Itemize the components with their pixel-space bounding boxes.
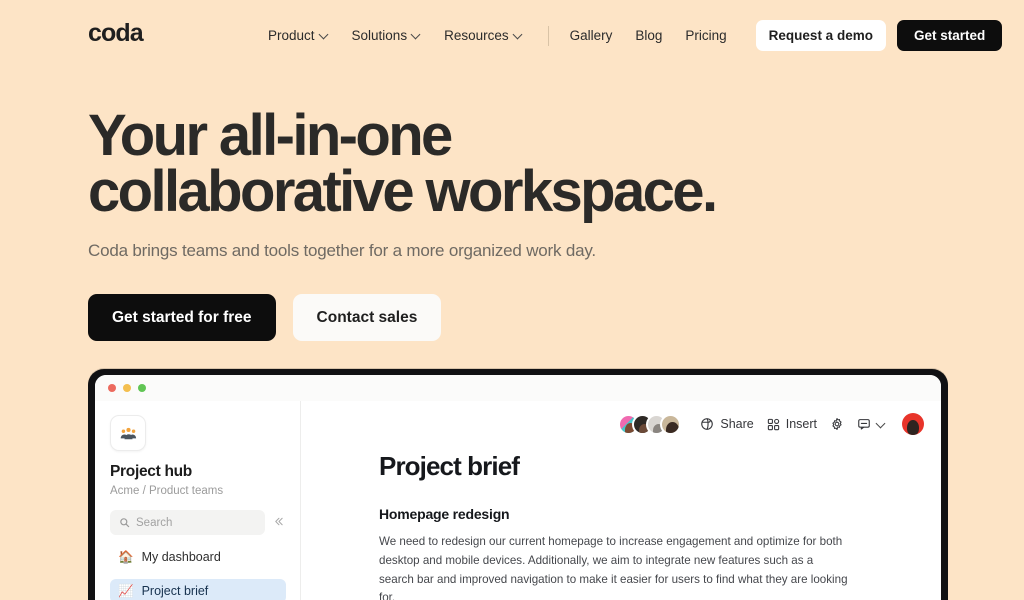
page-title: Your all-in-one collaborative workspace. xyxy=(88,107,718,224)
nav-menu-solutions-label: Solutions xyxy=(351,28,408,43)
nav-link-gallery[interactable]: Gallery xyxy=(570,22,613,49)
app-preview-window: Project hub Acme / Product teams Search xyxy=(88,369,948,600)
chevron-down-icon xyxy=(412,30,421,39)
nav-links: Product Solutions Resources Gallery Blog… xyxy=(268,20,1003,51)
coda-logo[interactable]: coda xyxy=(88,21,144,46)
app-body: Project hub Acme / Product teams Search xyxy=(95,401,941,600)
document-section-heading: Homepage redesign xyxy=(379,506,510,522)
sidebar-item-label: My dashboard xyxy=(141,550,221,564)
insert-grid-icon xyxy=(767,418,779,430)
document-body-text: We need to redesign our current homepage… xyxy=(379,535,848,600)
sidebar-item-project-brief[interactable]: 📈 Project brief xyxy=(110,579,286,600)
contact-sales-button[interactable]: Contact sales xyxy=(292,294,442,342)
chevron-down-icon xyxy=(320,30,329,39)
double-chevron-left-icon[interactable] xyxy=(271,514,286,532)
nav-link-pricing[interactable]: Pricing xyxy=(685,22,726,49)
insert-label: Insert xyxy=(785,417,817,431)
hero-section: Your all-in-one collaborative workspace.… xyxy=(88,107,718,342)
nav-menu-resources-label: Resources xyxy=(444,28,509,43)
breadcrumb: Acme / Product teams xyxy=(110,485,224,497)
share-icon xyxy=(701,418,714,430)
search-placeholder: Search xyxy=(136,516,173,529)
comment-icon xyxy=(858,419,870,430)
app-window-inner: Project hub Acme / Product teams Search xyxy=(95,375,941,600)
avatar[interactable] xyxy=(660,413,682,435)
headline-line-2: collaborative workspace. xyxy=(88,158,718,224)
share-button[interactable]: Share xyxy=(700,417,754,431)
chart-icon: 📈 xyxy=(118,583,134,598)
sidebar-item-my-dashboard[interactable]: 🏠 My dashboard xyxy=(110,545,286,569)
user-avatar[interactable] xyxy=(902,413,924,435)
maximize-icon[interactable] xyxy=(138,384,146,392)
landing-page: coda Product Solutions Resources Gallery… xyxy=(0,0,1024,600)
house-icon: 🏠 xyxy=(118,549,134,564)
chevron-down-icon xyxy=(514,30,523,39)
hero-cta-group: Get started for free Contact sales xyxy=(88,294,715,342)
document-pane: Share Insert Project brief Homepage rede… xyxy=(301,401,941,600)
document-title: Project brief xyxy=(379,451,520,481)
minimize-icon[interactable] xyxy=(123,384,131,392)
app-sidebar: Project hub Acme / Product teams Search xyxy=(95,401,301,600)
share-label: Share xyxy=(720,417,754,431)
settings-button[interactable] xyxy=(830,417,844,431)
get-started-button[interactable]: Get started xyxy=(896,20,1003,51)
search-input[interactable]: Search xyxy=(110,510,265,535)
top-navigation: coda Product Solutions Resources Gallery… xyxy=(0,0,1024,68)
comments-button[interactable] xyxy=(857,417,886,431)
window-titlebar xyxy=(95,375,941,401)
double-chevron-left-svg xyxy=(275,517,283,525)
search-row: Search xyxy=(110,510,286,535)
nav-menu-product[interactable]: Product xyxy=(268,22,329,49)
search-icon xyxy=(120,518,130,528)
collaborator-avatars[interactable] xyxy=(618,413,682,435)
request-demo-button[interactable]: Request a demo xyxy=(755,20,886,51)
nav-link-blog[interactable]: Blog xyxy=(635,22,662,49)
document-toolbar: Share Insert xyxy=(301,401,941,447)
people-icon-svg xyxy=(120,427,136,439)
nav-menu-solutions[interactable]: Solutions xyxy=(352,22,422,49)
chevron-down-icon xyxy=(877,419,886,428)
get-started-for-free-button[interactable]: Get started for free xyxy=(88,294,276,342)
workspace-title: Project hub xyxy=(110,463,192,480)
insert-button[interactable]: Insert xyxy=(767,417,817,431)
nav-menu-product-label: Product xyxy=(268,28,315,43)
close-icon[interactable] xyxy=(108,384,116,392)
people-icon xyxy=(110,415,146,451)
nav-menu-resources[interactable]: Resources xyxy=(444,22,523,49)
document-content: Project brief Homepage redesign We need … xyxy=(301,447,941,600)
nav-divider xyxy=(547,25,549,46)
sidebar-item-label: Project brief xyxy=(141,584,209,598)
hero-subheadline: Coda brings teams and tools together for… xyxy=(88,241,596,261)
gear-icon xyxy=(832,417,842,431)
